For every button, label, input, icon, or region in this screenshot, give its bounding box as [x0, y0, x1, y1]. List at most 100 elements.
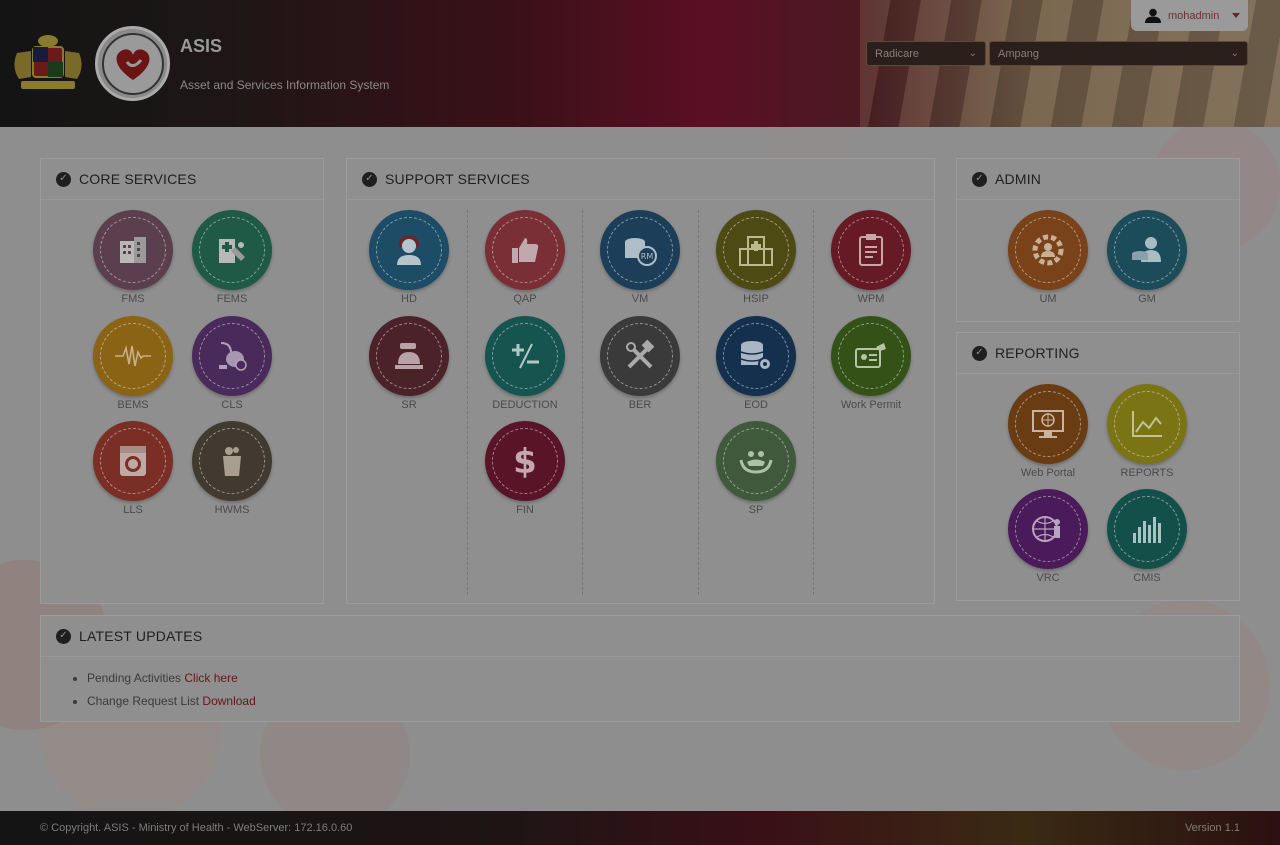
vacuum-cleaner-icon: [219, 342, 247, 371]
column-divider: [698, 210, 699, 595]
globe-person-icon: [1032, 516, 1060, 542]
ministry-of-health-logo: [95, 26, 170, 101]
module-label: QAP: [513, 293, 537, 305]
app-full-name: Asset and Services Information System: [180, 78, 390, 92]
pending-activities-link[interactable]: Click here: [184, 671, 237, 685]
updates-list: Pending Activities Click here Change Req…: [41, 657, 1239, 708]
module-wpm[interactable]: WPM: [821, 210, 921, 305]
washing-machine-icon: [120, 446, 146, 476]
building-icon: [120, 237, 146, 263]
module-circle: [1107, 489, 1187, 569]
plus-minus-icon: [512, 343, 539, 369]
module-vm[interactable]: RM VM: [590, 210, 690, 305]
check-circle-icon: ✓: [56, 628, 71, 644]
module-lls[interactable]: LLS: [83, 421, 183, 516]
column-divider: [582, 210, 583, 595]
column-divider: [813, 210, 814, 595]
thumbs-up-icon: [512, 238, 539, 263]
module-qap[interactable]: QAP: [475, 210, 575, 305]
hospital-equipment-icon: [219, 239, 245, 263]
module-circle: [192, 210, 272, 290]
module-label: FMS: [121, 293, 145, 305]
panel-title: CORE SERVICES: [79, 171, 197, 187]
chevron-down-icon: ⌄: [968, 48, 977, 59]
clipboard-icon: [859, 234, 883, 266]
waste-bin-icon: [223, 447, 241, 476]
module-web-portal[interactable]: Web Portal: [998, 384, 1098, 479]
module-sr[interactable]: SR: [359, 316, 459, 411]
module-cmis[interactable]: CMIS: [1097, 489, 1197, 584]
module-deduction[interactable]: DEDUCTION: [475, 316, 575, 411]
module-hsip[interactable]: HSIP: [706, 210, 806, 305]
module-hwms[interactable]: HWMS: [182, 421, 282, 516]
module-circle: [369, 210, 449, 290]
module-circle: [716, 210, 796, 290]
module-eod[interactable]: EOD: [706, 316, 806, 411]
module-label: FEMS: [216, 293, 248, 305]
user-menu[interactable]: mohadmin: [1131, 0, 1248, 31]
check-circle-icon: ✓: [362, 171, 377, 187]
caret-down-icon: [1232, 13, 1241, 18]
module-circle: [600, 316, 680, 396]
svg-text:$: $: [513, 442, 537, 480]
module-bems[interactable]: BEMS: [83, 316, 183, 411]
module-circle: [485, 316, 565, 396]
user-icon: [1145, 8, 1161, 23]
core-services-header: ✓ CORE SERVICES: [41, 159, 323, 200]
module-fems[interactable]: FEMS: [182, 210, 282, 305]
database-gear-icon: [740, 341, 772, 371]
module-fms[interactable]: FMS: [83, 210, 183, 305]
module-um[interactable]: UM: [998, 210, 1098, 305]
header-banner: ASIS Asset and Services Information Syst…: [0, 0, 1280, 127]
hospital-select-value: Ampang: [998, 47, 1039, 60]
malaysia-coat-of-arms-logo: [14, 35, 82, 89]
module-ber[interactable]: BER: [590, 316, 690, 411]
bar-chart-icon: [1133, 517, 1161, 543]
module-label: HWMS: [214, 504, 250, 516]
module-label: CMIS: [1133, 572, 1161, 584]
module-cls[interactable]: CLS: [182, 316, 282, 411]
module-sp[interactable]: SP: [706, 421, 806, 516]
module-label: BER: [628, 399, 652, 411]
user-gear-icon: [1032, 234, 1064, 266]
module-label: VM: [631, 293, 649, 305]
list-item: Change Request List Download: [87, 694, 1239, 708]
username: mohadmin: [1168, 9, 1220, 22]
module-circle: $: [485, 421, 565, 501]
module-label: LLS: [123, 504, 143, 516]
module-label: HSIP: [743, 293, 769, 305]
change-request-download-link[interactable]: Download: [202, 694, 255, 708]
company-select[interactable]: Radicare ⌄: [866, 41, 986, 66]
module-circle: [1008, 210, 1088, 290]
module-label: HD: [401, 293, 417, 305]
module-fin[interactable]: $ FIN: [475, 421, 575, 516]
module-circle: [485, 210, 565, 290]
module-circle: [192, 316, 272, 396]
panel-title: SUPPORT SERVICES: [385, 171, 530, 187]
module-label: CLS: [221, 399, 243, 411]
app-name: ASIS: [180, 36, 223, 56]
module-vrc[interactable]: VRC: [998, 489, 1098, 584]
module-label: REPORTS: [1120, 467, 1174, 479]
company-select-value: Radicare: [875, 47, 920, 60]
module-reports[interactable]: REPORTS: [1097, 384, 1197, 479]
module-label: EOD: [744, 399, 768, 411]
module-label: Work Permit: [840, 399, 902, 411]
id-card-icon: [855, 343, 886, 368]
module-circle: RM: [600, 210, 680, 290]
module-hd[interactable]: HD: [359, 210, 459, 305]
line-chart-icon: [1132, 411, 1162, 437]
admin-header: ✓ ADMIN: [957, 159, 1239, 200]
module-circle: [1107, 384, 1187, 464]
module-circle: [1008, 384, 1088, 464]
module-circle: [831, 316, 911, 396]
tools-icon: [626, 339, 655, 369]
module-work-permit[interactable]: Work Permit: [821, 316, 921, 411]
support-services-header: ✓ SUPPORT SERVICES: [347, 159, 934, 200]
latest-updates-header: ✓ LATEST UPDATES: [41, 616, 1239, 657]
module-circle: [93, 421, 173, 501]
module-gm[interactable]: GM: [1097, 210, 1197, 305]
hospital-select[interactable]: Ampang ⌄: [989, 41, 1248, 66]
svg-text:RM: RM: [641, 252, 654, 261]
panel-title: ADMIN: [995, 171, 1042, 187]
